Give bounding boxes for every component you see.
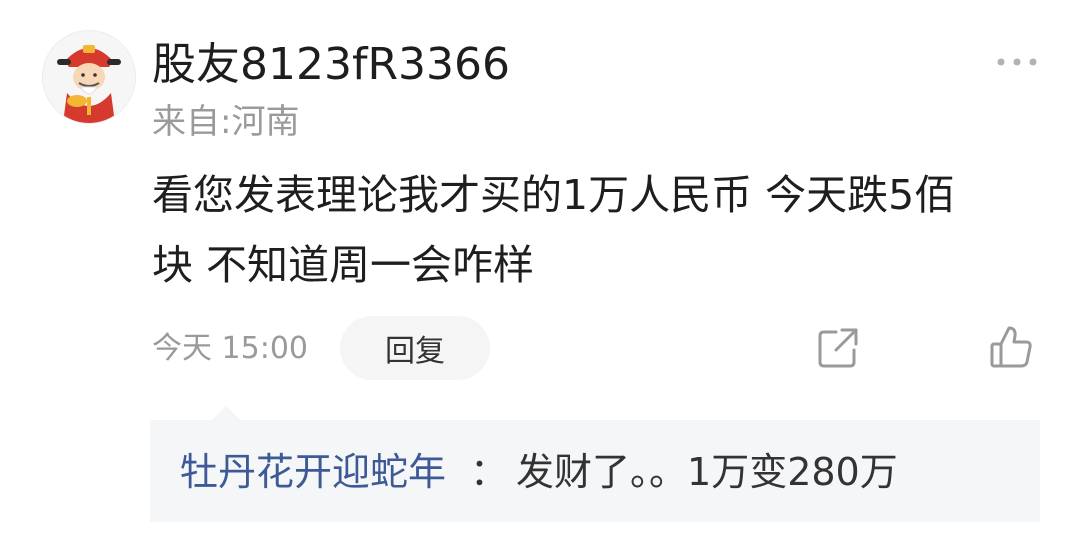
more-options-icon[interactable] [994,52,1040,72]
share-icon[interactable] [816,326,860,370]
reply-preview-line: 牡丹花开迎蛇年 ：发财了。。1万变280万 [180,448,898,496]
location-label: 来自:河南 [152,102,300,142]
reply-author[interactable]: 牡丹花开迎蛇年 [180,450,446,494]
reply-button[interactable]: 回复 [340,316,490,380]
thumbs-up-icon[interactable] [988,324,1034,370]
comment-text-line-1: 看您发表理论我才买的1万人民币 今天跌5佰 [152,171,956,219]
comment-text: 看您发表理论我才买的1万人民币 今天跌5佰 块 不知道周一会咋样 [152,160,1052,300]
timestamp: 今天 15:00 [152,331,308,366]
reply-content: 发财了。。1万变280万 [516,450,898,494]
reply-preview[interactable]: 牡丹花开迎蛇年 ：发财了。。1万变280万 [150,406,1040,522]
comment-text-line-2: 块 不知道周一会咋样 [152,241,535,289]
avatar[interactable] [42,30,136,124]
reply-separator: ： [470,450,509,494]
fortune-god-avatar-icon [43,31,135,123]
username[interactable]: 股友8123fR3366 [152,38,510,92]
